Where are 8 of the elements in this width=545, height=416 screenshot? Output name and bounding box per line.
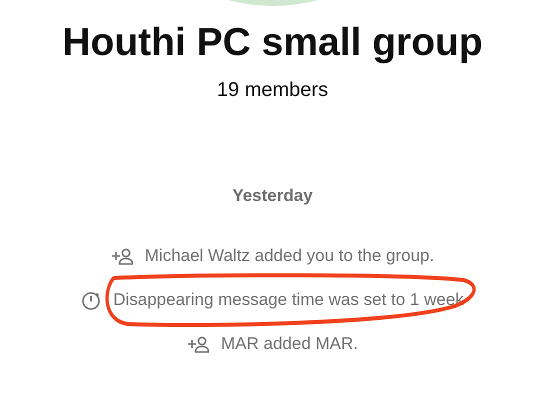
group-name: Houthi PC small group — [62, 20, 483, 66]
event-text: Michael Waltz added you to the group. — [144, 246, 434, 266]
event-text: MAR added MAR. — [221, 334, 358, 354]
timer-icon — [81, 290, 102, 310]
add-person-icon — [187, 334, 209, 354]
date-divider: Yesterday — [232, 186, 313, 206]
member-count: 19 members — [216, 79, 328, 102]
add-person-icon — [110, 246, 133, 266]
